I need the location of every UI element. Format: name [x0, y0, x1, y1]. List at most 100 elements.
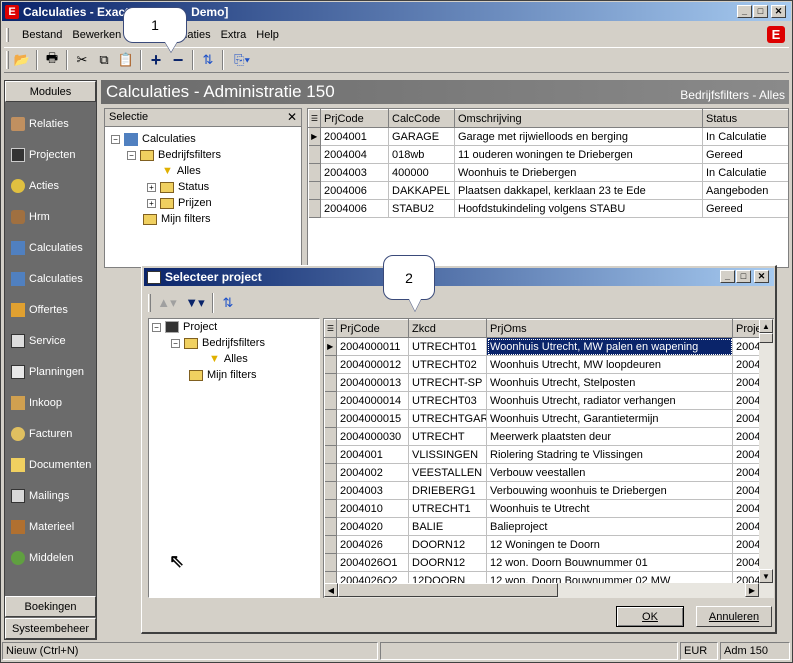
tree-node-calculaties[interactable]: − Calculaties	[111, 131, 196, 147]
cut-icon[interactable]: ✂	[71, 49, 93, 71]
menu-help[interactable]: Help	[251, 29, 284, 41]
cell[interactable]: GARAGE	[388, 127, 455, 146]
dialog-minimize-button[interactable]: _	[720, 270, 735, 283]
table-row[interactable]: 2004006 STABU2 Hoofdstukindeling volgens S…	[308, 199, 788, 218]
nav-item-acties[interactable]: Acties	[5, 170, 96, 201]
cell[interactable]: DRIEBERG1	[408, 481, 487, 500]
table-row[interactable]: 2004010 UTRECHT1 Woonhuis te Utrecht 2004	[324, 499, 761, 518]
cell[interactable]: Gereed	[702, 145, 788, 164]
tree-node-bedrijfsfilters[interactable]: − Bedrijfsfilters	[171, 335, 265, 351]
cell[interactable]: Gereed	[702, 199, 788, 218]
tree-node-bedrijfsfilters[interactable]: − Bedrijfsfilters	[127, 147, 221, 163]
nav-item-hrm[interactable]: Hrm	[5, 201, 96, 232]
cell[interactable]: 2004001	[320, 127, 389, 146]
table-row[interactable]: 2004000030 UTRECHT Meerwerk plaatsten deur…	[324, 427, 761, 446]
cell[interactable]: 2004	[732, 517, 761, 536]
cell[interactable]: 2004020	[336, 517, 409, 536]
dialog-maximize-button[interactable]: □	[736, 270, 751, 283]
cell[interactable]: UTRECHT	[408, 427, 487, 446]
nav-item-projecten[interactable]: Projecten	[5, 139, 96, 170]
cell[interactable]: 11 ouderen woningen te Driebergen	[454, 145, 703, 164]
cell[interactable]: DOORN12	[408, 535, 487, 554]
cell-selected[interactable]: Woonhuis Utrecht, MW palen en wapening	[486, 337, 733, 356]
scroll-left-icon[interactable]: ◀	[324, 583, 338, 597]
maximize-button[interactable]: □	[753, 5, 768, 18]
table-row[interactable]: 2004000015 UTRECHTGAR Woonhuis Utrecht, Ga…	[324, 409, 761, 428]
cell[interactable]: 12 Woningen te Doorn	[486, 535, 733, 554]
table-row[interactable]: 2004003 DRIEBERG1 Verbouwing woonhuis te D…	[324, 481, 761, 500]
cell[interactable]: Meerwerk plaatsten deur	[486, 427, 733, 446]
collapse-icon[interactable]: −	[127, 150, 136, 160]
cell[interactable]: VLISSINGEN	[408, 445, 487, 464]
table-row[interactable]: 2004000012 UTRECHT02 Woonhuis Utrecht, MW …	[324, 355, 761, 374]
table-row[interactable]: 2004026 DOORN12 12 Woningen te Doorn 2004	[324, 535, 761, 554]
tree-node-mijn-filters[interactable]: Mijn filters	[189, 367, 257, 383]
column-header-omschrijving[interactable]: Omschrijving	[454, 109, 703, 128]
cell[interactable]: Woonhuis Utrecht, radiator verhangen	[486, 391, 733, 410]
refresh-icon[interactable]: ⇅	[217, 292, 239, 314]
nav-item-inkoop[interactable]: Inkoop	[5, 387, 96, 418]
nav-item-documenten[interactable]: Documenten	[5, 449, 96, 480]
cell[interactable]: 2004	[732, 409, 761, 428]
cell[interactable]: 2004006	[320, 181, 389, 200]
cell[interactable]: BALIE	[408, 517, 487, 536]
tree-node-prijzen[interactable]: + Prijzen	[147, 195, 212, 211]
cell[interactable]: UTRECHT02	[408, 355, 487, 374]
column-header-prjcode[interactable]: PrjCode	[320, 109, 389, 128]
column-header-prjcode[interactable]: PrjCode	[336, 319, 409, 338]
cell[interactable]: 2004001	[336, 445, 409, 464]
cell[interactable]: Woonhuis Utrecht, Garantietermijn	[486, 409, 733, 428]
nav-header-modules[interactable]: Modules	[5, 81, 96, 102]
nav-item-materieel[interactable]: Materieel	[5, 511, 96, 542]
table-row[interactable]: 2004002 VEESTALLEN Verbouw veestallen 2004	[324, 463, 761, 482]
cell[interactable]: Woonhuis te Driebergen	[454, 163, 703, 182]
minimize-button[interactable]: _	[737, 5, 752, 18]
cell[interactable]: Aangeboden	[702, 181, 788, 200]
cell[interactable]: 2004003	[320, 163, 389, 182]
selectie-close-icon[interactable]: ✕	[287, 110, 297, 124]
column-header-prjoms[interactable]: PrjOms	[486, 319, 733, 338]
dialog-close-button[interactable]: ✕	[754, 270, 769, 283]
cell[interactable]: 2004003	[336, 481, 409, 500]
window-list-icon[interactable]: ⎘▾	[227, 49, 257, 71]
nav-item-service[interactable]: Service	[5, 325, 96, 356]
menu-bewerken[interactable]: Bewerken	[67, 29, 126, 41]
collapse-icon[interactable]: −	[152, 322, 161, 332]
cell[interactable]: 2004	[732, 535, 761, 554]
cell[interactable]: Verbouwing woonhuis te Driebergen	[486, 481, 733, 500]
menu-extra[interactable]: Extra	[216, 29, 252, 41]
cell[interactable]: Riolering Stadring te Vlissingen	[486, 445, 733, 464]
cell[interactable]: 2004000011	[336, 337, 409, 356]
cell[interactable]: 2004000030	[336, 427, 409, 446]
scroll-thumb-horizontal[interactable]	[338, 583, 558, 597]
cell[interactable]: Woonhuis Utrecht, Stelposten	[486, 373, 733, 392]
cancel-button[interactable]: Annuleren	[696, 606, 772, 627]
nav-item-mailings[interactable]: Mailings	[5, 480, 96, 511]
cell[interactable]: STABU2	[388, 199, 455, 218]
cell[interactable]: 2004	[732, 463, 761, 482]
nav-item-middelen[interactable]: Middelen	[5, 542, 96, 573]
nav-item-calculaties-2[interactable]: Calculaties	[5, 263, 96, 294]
nav-item-planningen[interactable]: Planningen	[5, 356, 96, 387]
cell[interactable]: 2004	[732, 427, 761, 446]
cell[interactable]: 2004	[732, 391, 761, 410]
cell[interactable]: UTRECHTGAR	[408, 409, 487, 428]
nav-item-calculaties-1[interactable]: Calculaties	[5, 232, 96, 263]
close-button[interactable]: ✕	[771, 5, 786, 18]
cell[interactable]: In Calculatie	[702, 163, 788, 182]
column-header-calccode[interactable]: CalcCode	[388, 109, 455, 128]
nav-boekingen[interactable]: Boekingen	[5, 596, 96, 617]
refresh-icon[interactable]: ⇅	[197, 49, 219, 71]
ok-button[interactable]: OK	[616, 606, 684, 627]
cell[interactable]: Woonhuis Utrecht, MW loopdeuren	[486, 355, 733, 374]
cell[interactable]: 018wb	[388, 145, 455, 164]
new-record-button[interactable]: +	[145, 49, 167, 71]
cell[interactable]: 2004006	[320, 199, 389, 218]
cell[interactable]: 2004	[732, 499, 761, 518]
vertical-scrollbar[interactable]	[759, 319, 774, 583]
cell[interactable]: 2004000014	[336, 391, 409, 410]
cell[interactable]: 2004	[732, 553, 761, 572]
nav-item-offertes[interactable]: Offertes	[5, 294, 96, 325]
cell[interactable]: UTRECHT1	[408, 499, 487, 518]
cell[interactable]: Balieproject	[486, 517, 733, 536]
